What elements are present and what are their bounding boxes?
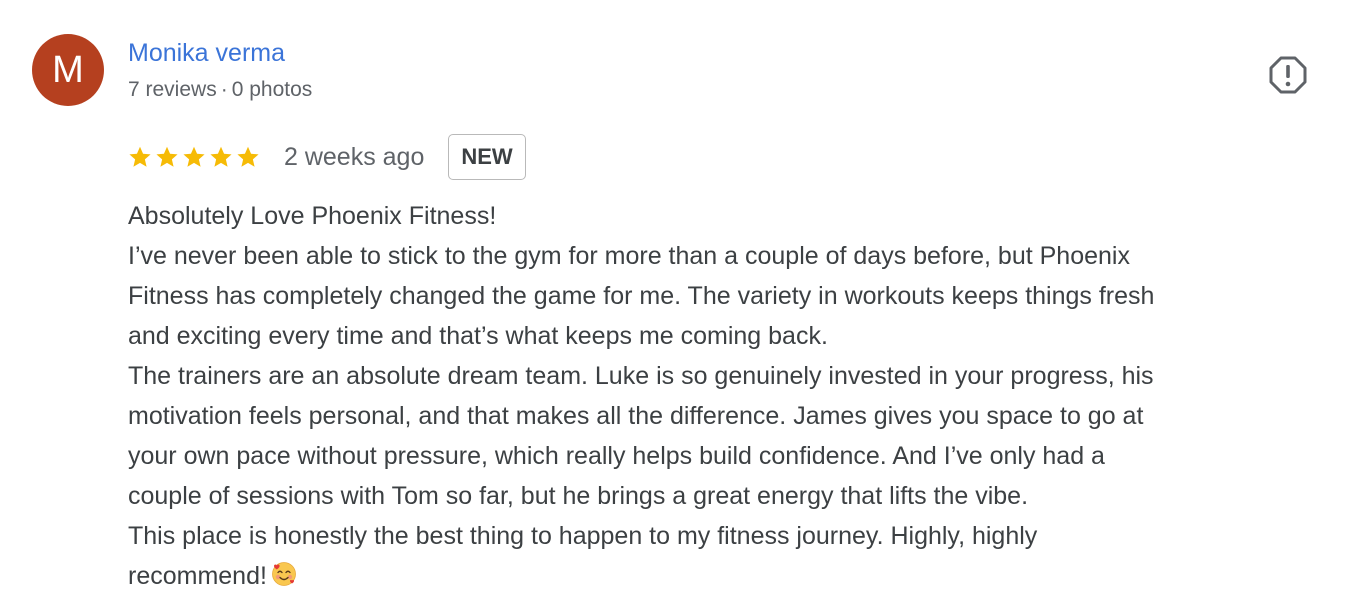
star-icon (183, 146, 205, 167)
report-flag-icon (1269, 56, 1307, 94)
star-rating (128, 145, 260, 169)
star-icon (237, 146, 259, 167)
review-line: Fitness has completely changed the game … (128, 282, 1155, 310)
avatar[interactable]: M (32, 34, 104, 106)
star-icon (210, 146, 232, 167)
review-line: and exciting every time and that’s what … (128, 322, 828, 350)
reviewer-stats: 7 reviews · 0 photos (128, 77, 312, 103)
star-icon (156, 146, 178, 167)
review-line: Absolutely Love Phoenix Fitness! (128, 202, 497, 230)
reviews-count: 7 reviews (128, 78, 217, 101)
reviewer-name-link[interactable]: Monika verma (128, 37, 285, 69)
review-line-last: recommend! (128, 556, 1328, 596)
review-line: The trainers are an absolute dream team.… (128, 362, 1154, 390)
review-line: I’ve never been able to stick to the gym… (128, 242, 1130, 270)
review-card: M Monika verma 7 reviews · 0 photos 2 week… (0, 0, 1366, 608)
review-line: couple of sessions with Tom so far, but … (128, 482, 1029, 510)
review-line-text: recommend! (128, 562, 267, 590)
star-icon (129, 146, 151, 167)
photos-count: 0 photos (231, 78, 313, 101)
review-text: Absolutely Love Phoenix Fitness! I’ve ne… (128, 196, 1328, 596)
review-line: your own pace without pressure, which re… (128, 442, 1105, 470)
report-review-button[interactable] (1267, 55, 1309, 95)
review-line: This place is honestly the best thing to… (128, 522, 1038, 550)
rating-row: 2 weeks ago NEW (128, 134, 526, 180)
review-date: 2 weeks ago (284, 142, 425, 171)
meta-separator: · (220, 78, 228, 101)
smiling-face-with-hearts-icon (272, 562, 296, 586)
new-badge: NEW (448, 134, 526, 180)
review-line: motivation feels personal, and that make… (128, 402, 1144, 430)
